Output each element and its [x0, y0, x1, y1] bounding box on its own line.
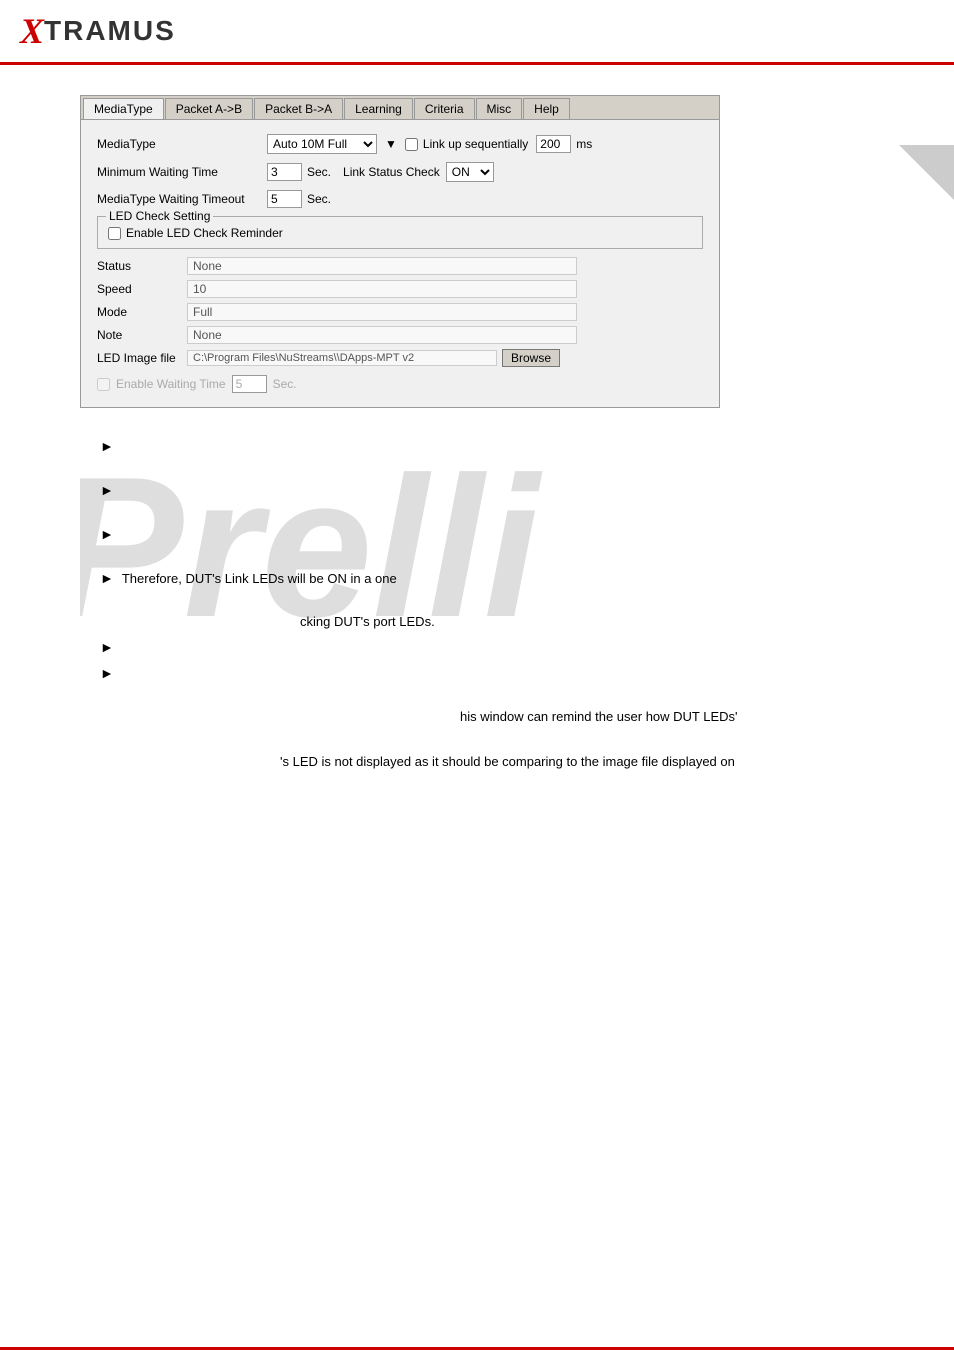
link-status-select[interactable]: ON OFF [446, 162, 494, 182]
enable-waiting-unit: Sec. [273, 377, 297, 391]
led-group-legend: LED Check Setting [106, 209, 213, 223]
link-up-ms-unit: ms [576, 137, 592, 151]
link-status-label: Link Status Check [343, 165, 440, 179]
enable-waiting-checkbox[interactable] [97, 378, 110, 391]
para3-container: his window can remind the user how DUT L… [460, 709, 874, 724]
min-wait-label: Minimum Waiting Time [97, 165, 267, 179]
tab-criteria[interactable]: Criteria [414, 98, 475, 119]
led-image-label: LED Image file [97, 351, 187, 365]
enable-led-checkbox[interactable] [108, 227, 121, 240]
bullet-5: ► [100, 639, 874, 655]
main-content: MediaType Packet A->B Packet B->A Learni… [0, 65, 954, 789]
para4-container: 's LED is not displayed as it should be … [280, 754, 874, 769]
tab-packet-ab[interactable]: Packet A->B [165, 98, 253, 119]
tab-bar: MediaType Packet A->B Packet B->A Learni… [81, 96, 719, 120]
arrow-decoration [899, 145, 954, 200]
note-value: None [187, 326, 577, 344]
bullet-4: ► Therefore, DUT's Link LEDs will be ON … [100, 570, 874, 586]
tab-misc[interactable]: Misc [476, 98, 523, 119]
note-label: Note [97, 328, 187, 342]
led-group-box: LED Check Setting Enable LED Check Remin… [97, 216, 703, 249]
tab-help[interactable]: Help [523, 98, 570, 119]
bullet-6: ► [100, 665, 874, 681]
header: X TRAMUS [0, 0, 954, 65]
link-up-ms-input[interactable]: 200 [536, 135, 571, 153]
bullet-2: ► [100, 482, 874, 498]
led-image-row: LED Image file C:\Program Files\NuStream… [97, 349, 703, 367]
enable-led-label: Enable LED Check Reminder [126, 226, 283, 240]
arrow-icon-2: ► [100, 482, 114, 498]
dialog-body: MediaType Auto 10M Full ▼ Link up sequen… [81, 120, 719, 407]
enable-waiting-input[interactable]: 5 [232, 375, 267, 393]
dialog-box: MediaType Packet A->B Packet B->A Learni… [80, 95, 720, 408]
speed-value: 10 [187, 280, 577, 298]
enable-led-row: Enable LED Check Reminder [108, 222, 692, 240]
mode-value: Full [187, 303, 577, 321]
min-wait-input[interactable]: 3 [267, 163, 302, 181]
bullet-1: ► [100, 438, 874, 454]
arrow-icon-5: ► [100, 639, 114, 655]
mode-row: Mode Full [97, 303, 703, 321]
arrow-icon-4: ► [100, 570, 114, 586]
logo-text: TRAMUS [44, 15, 176, 47]
logo-x: X [20, 10, 44, 52]
led-image-path: C:\Program Files\NuStreams\\DApps-MPT v2 [187, 350, 497, 366]
para4: 's LED is not displayed as it should be … [280, 754, 735, 769]
link-up-label: Link up sequentially [423, 137, 528, 151]
bullet-lines: ► ► ► ► Therefore, DUT's Link LEDs will … [80, 438, 874, 681]
arrow-icon-3: ► [100, 526, 114, 542]
status-label: Status [97, 259, 187, 273]
mediatype-timeout-label: MediaType Waiting Timeout [97, 192, 267, 206]
browse-button[interactable]: Browse [502, 349, 560, 367]
para3: his window can remind the user how DUT L… [460, 709, 738, 724]
mediatype-timeout-unit: Sec. [307, 192, 331, 206]
speed-label: Speed [97, 282, 187, 296]
enable-waiting-row: Enable Waiting Time 5 Sec. [97, 375, 703, 393]
tab-packet-ba[interactable]: Packet B->A [254, 98, 343, 119]
min-wait-unit: Sec. [307, 165, 331, 179]
speed-row: Speed 10 [97, 280, 703, 298]
tab-learning[interactable]: Learning [344, 98, 413, 119]
min-wait-row: Minimum Waiting Time 3 Sec. Link Status … [97, 162, 703, 182]
status-value: None [187, 257, 577, 275]
watermark-area: Prelli ► ► ► ► Therefore, DUT's Link LED… [80, 438, 874, 769]
link-up-checkbox[interactable] [405, 138, 418, 151]
mediatype-timeout-row: MediaType Waiting Timeout 5 Sec. [97, 190, 703, 208]
enable-waiting-label: Enable Waiting Time [116, 377, 226, 391]
status-row: Status None [97, 257, 703, 275]
mediatype-select[interactable]: Auto 10M Full [267, 134, 377, 154]
note-row: Note None [97, 326, 703, 344]
bullet-3: ► [100, 526, 874, 542]
mediatype-timeout-input[interactable]: 5 [267, 190, 302, 208]
arrow-icon-6: ► [100, 665, 114, 681]
mediatype-label: MediaType [97, 137, 267, 151]
para2: cking DUT's port LEDs. [300, 614, 874, 629]
arrow-icon-1: ► [100, 438, 114, 454]
tab-mediatype[interactable]: MediaType [83, 98, 164, 119]
mediatype-row: MediaType Auto 10M Full ▼ Link up sequen… [97, 134, 703, 154]
mode-label: Mode [97, 305, 187, 319]
